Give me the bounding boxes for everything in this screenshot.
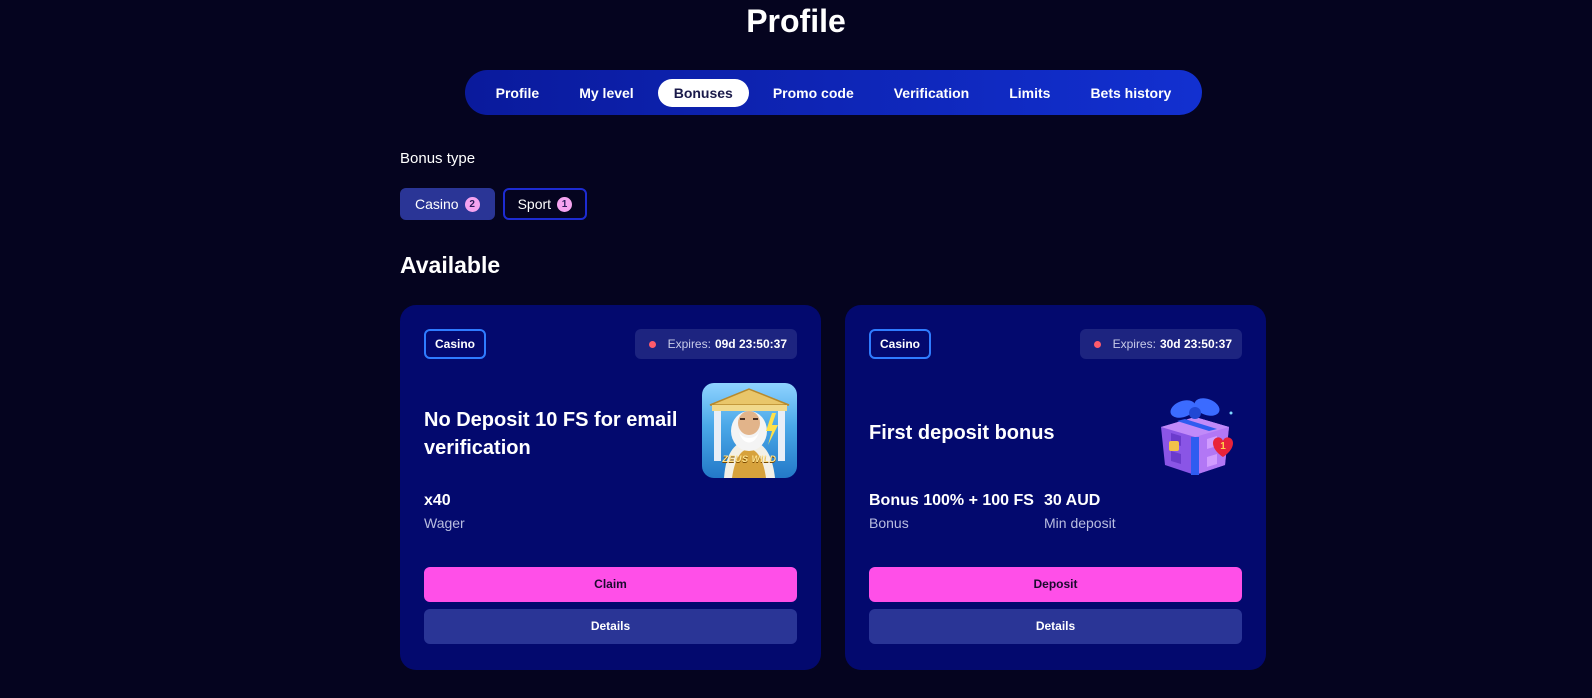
bonus-type-filters: Casino 2 Sport 1	[400, 188, 588, 220]
filter-sport-count: 1	[557, 196, 573, 212]
details-button[interactable]: Details	[424, 609, 797, 644]
filter-sport-label: Sport	[517, 196, 552, 212]
filter-sport[interactable]: Sport 1	[502, 188, 588, 220]
tab-limits[interactable]: Limits	[989, 79, 1070, 107]
bonus-tag: Casino	[869, 329, 932, 359]
gift-badge-number: 1	[1220, 441, 1226, 452]
bonus-type-label: Bonus type	[400, 150, 476, 167]
expires-label: Expires:	[1112, 337, 1156, 351]
bonus-title: No Deposit 10 FS for email verification	[424, 409, 678, 459]
available-title: Available	[400, 252, 501, 278]
tab-profile[interactable]: Profile	[476, 79, 560, 107]
bonus-card-email-verification: Casino Expires: 09d 23:50:37 No Deposit …	[400, 305, 821, 670]
filter-casino[interactable]: Casino 2	[400, 188, 495, 220]
stat-label: Min deposit	[1044, 515, 1116, 531]
claim-button[interactable]: Claim	[424, 567, 797, 602]
expires-badge: Expires: 09d 23:50:37	[634, 329, 797, 359]
tab-promo-code[interactable]: Promo code	[753, 79, 874, 107]
profile-page: Profile Profile My level Bonuses Promo c…	[0, 0, 1592, 698]
stat-min-deposit: 30 AUD Min deposit	[1044, 490, 1116, 534]
profile-tabs: Profile My level Bonuses Promo code Veri…	[465, 70, 1202, 115]
gift-illustration: 1	[1161, 398, 1233, 475]
expires-badge: Expires: 30d 23:50:37	[1079, 329, 1242, 359]
page-title: Profile	[746, 3, 846, 39]
expires-value: 30d 23:50:37	[1159, 337, 1232, 351]
zeus-slot-thumbnail-icon: ZEUS WILD	[702, 383, 797, 478]
filter-casino-label: Casino	[415, 196, 459, 212]
deposit-button[interactable]: Deposit	[869, 567, 1242, 602]
bonus-card-first-deposit: Casino Expires: 30d 23:50:37 First depos…	[845, 305, 1266, 670]
expires-value: 09d 23:50:37	[714, 337, 787, 351]
tab-verification[interactable]: Verification	[874, 79, 989, 107]
stat-wager: x40 Wager	[424, 490, 465, 534]
details-button[interactable]: Details	[869, 609, 1242, 644]
tab-bets-history[interactable]: Bets history	[1070, 79, 1191, 107]
stat-bonus: Bonus 100% + 100 FS Bonus	[869, 490, 1034, 534]
stat-label: Wager	[424, 515, 465, 531]
expires-label: Expires:	[667, 337, 711, 351]
tab-my-level[interactable]: My level	[559, 79, 653, 107]
status-dot-icon	[648, 340, 656, 348]
zeus-logo-text: ZEUS WILD	[722, 454, 777, 464]
status-dot-icon	[1093, 340, 1101, 348]
tab-bonuses[interactable]: Bonuses	[657, 78, 749, 107]
stat-value: Bonus 100% + 100 FS	[869, 492, 1034, 509]
gift-box-icon: 1	[1147, 383, 1242, 478]
bonus-tag: Casino	[424, 329, 487, 359]
stat-value: 30 AUD	[1044, 492, 1101, 509]
bonus-title: First deposit bonus	[869, 422, 1055, 444]
stat-value: x40	[424, 492, 451, 509]
filter-casino-count: 2	[464, 196, 480, 212]
stat-label: Bonus	[869, 515, 909, 531]
